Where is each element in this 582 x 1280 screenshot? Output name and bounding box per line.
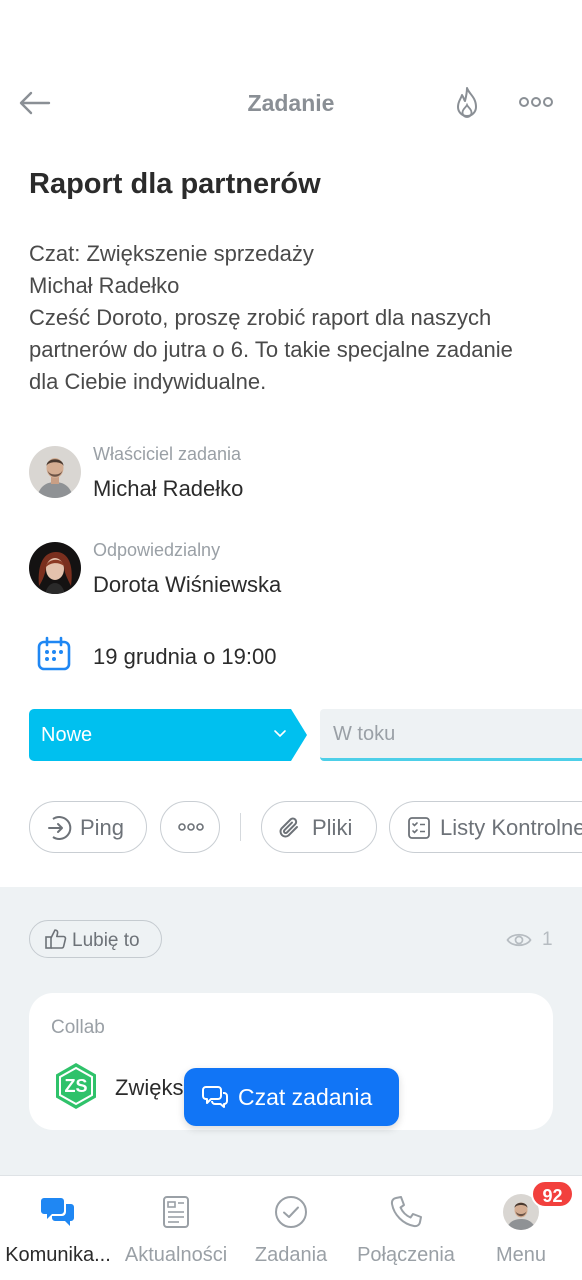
flame-icon[interactable] — [452, 86, 482, 120]
files-button[interactable]: Pliki — [261, 801, 377, 853]
files-label: Pliki — [312, 815, 353, 840]
eye-icon — [506, 933, 532, 947]
owner-avatar — [29, 446, 81, 498]
tab-messenger[interactable]: Komunika... — [0, 1176, 116, 1280]
chevron-down-icon — [274, 730, 286, 738]
task-owner[interactable]: Właściciel zadania Michał Radełko — [29, 444, 569, 506]
status-current-stage[interactable]: Nowe — [29, 709, 307, 761]
owner-name: Michał Radełko — [93, 476, 244, 501]
tab-label: Menu — [495, 1244, 547, 1266]
deadline-text: 19 grudnia o 19:00 — [93, 644, 277, 669]
collab-label: Collab — [51, 1017, 105, 1038]
news-icon — [163, 1196, 189, 1228]
ping-label: Ping — [80, 815, 125, 840]
tab-calls[interactable]: Połączenia — [346, 1176, 466, 1280]
tab-label: Zadania — [254, 1244, 328, 1266]
responsible-name: Dorota Wiśniewska — [93, 572, 282, 597]
tab-label: Aktualności — [124, 1244, 228, 1266]
checklists-button[interactable]: Listy Kontrolne — [389, 801, 582, 853]
task-actions: Ping Pliki Listy Kontrolne — [29, 801, 582, 853]
task-chat-label: Czat zadania — [238, 1084, 373, 1110]
status-current-label: Nowe — [41, 724, 93, 746]
like-button[interactable]: Lubię to — [29, 920, 162, 958]
owner-role-label: Właściciel zadania — [93, 444, 242, 464]
task-description: Czat: Zwiększenie sprzedaży Michał Radeł… — [29, 238, 569, 398]
description-line: Cześć Doroto, proszę zrobić raport dla n… — [29, 305, 492, 330]
status-next-stage[interactable]: W toku — [320, 709, 582, 761]
tab-tasks[interactable]: Zadania — [236, 1176, 346, 1280]
status-next-label: W toku — [333, 723, 396, 745]
checklist-icon — [408, 817, 430, 839]
description-line: dla Ciebie indywidualne. — [29, 369, 267, 394]
task-screen: Zadanie Raport dla partnerów Czat: Zwięk… — [0, 0, 582, 1280]
deadline-row[interactable]: 19 grudnia o 19:00 — [36, 636, 556, 676]
check-circle-icon — [275, 1196, 307, 1228]
collab-name: Zwiększenie sprzedaży — [115, 1075, 195, 1100]
calendar-icon — [37, 636, 71, 671]
chat-bubbles-icon — [41, 1198, 74, 1226]
like-label: Lubię to — [72, 930, 140, 951]
description-line: Michał Radełko — [29, 273, 180, 298]
tab-label: Komunika... — [5, 1244, 111, 1266]
description-line: partnerów do jutra o 6. To takie specjal… — [29, 337, 513, 362]
task-feed: Lubię to 1 Collab ZS Zwiększenie sprzeda… — [0, 887, 582, 1175]
collab-avatar: ZS — [51, 1061, 101, 1111]
header: Zadanie — [0, 70, 582, 138]
description-line: Czat: Zwiększenie sprzedaży — [29, 241, 314, 266]
more-options-icon[interactable] — [517, 92, 555, 112]
actions-divider — [240, 813, 241, 841]
bottom-tab-bar: Komunika... Aktualności Zadania Połączen… — [0, 1175, 582, 1280]
page-title: Zadanie — [247, 90, 335, 116]
more-horizontal-icon — [178, 823, 204, 831]
tab-label: Połączenia — [357, 1244, 455, 1266]
chat-icon — [202, 1086, 228, 1108]
checklists-label: Listy Kontrolne — [440, 815, 582, 840]
task-responsible[interactable]: Odpowiedzialny Dorota Wiśniewska — [29, 540, 569, 602]
responsible-role-label: Odpowiedzialny — [93, 540, 221, 560]
collab-initials: ZS — [64, 1076, 88, 1096]
views-number: 1 — [542, 929, 553, 950]
ping-icon — [48, 816, 72, 840]
ping-button[interactable]: Ping — [29, 801, 147, 853]
tab-news[interactable]: Aktualności — [116, 1176, 236, 1280]
task-chat-button[interactable]: Czat zadania — [184, 1068, 399, 1126]
status-stages: Nowe W toku — [29, 709, 582, 761]
task-title: Raport dla partnerów — [29, 168, 321, 200]
paperclip-icon — [279, 817, 298, 838]
phone-icon — [390, 1196, 422, 1228]
more-actions-button[interactable] — [160, 801, 220, 853]
responsible-avatar — [29, 542, 81, 594]
menu-notification-badge: 92 — [531, 1180, 574, 1208]
thumbs-up-icon — [45, 929, 67, 949]
